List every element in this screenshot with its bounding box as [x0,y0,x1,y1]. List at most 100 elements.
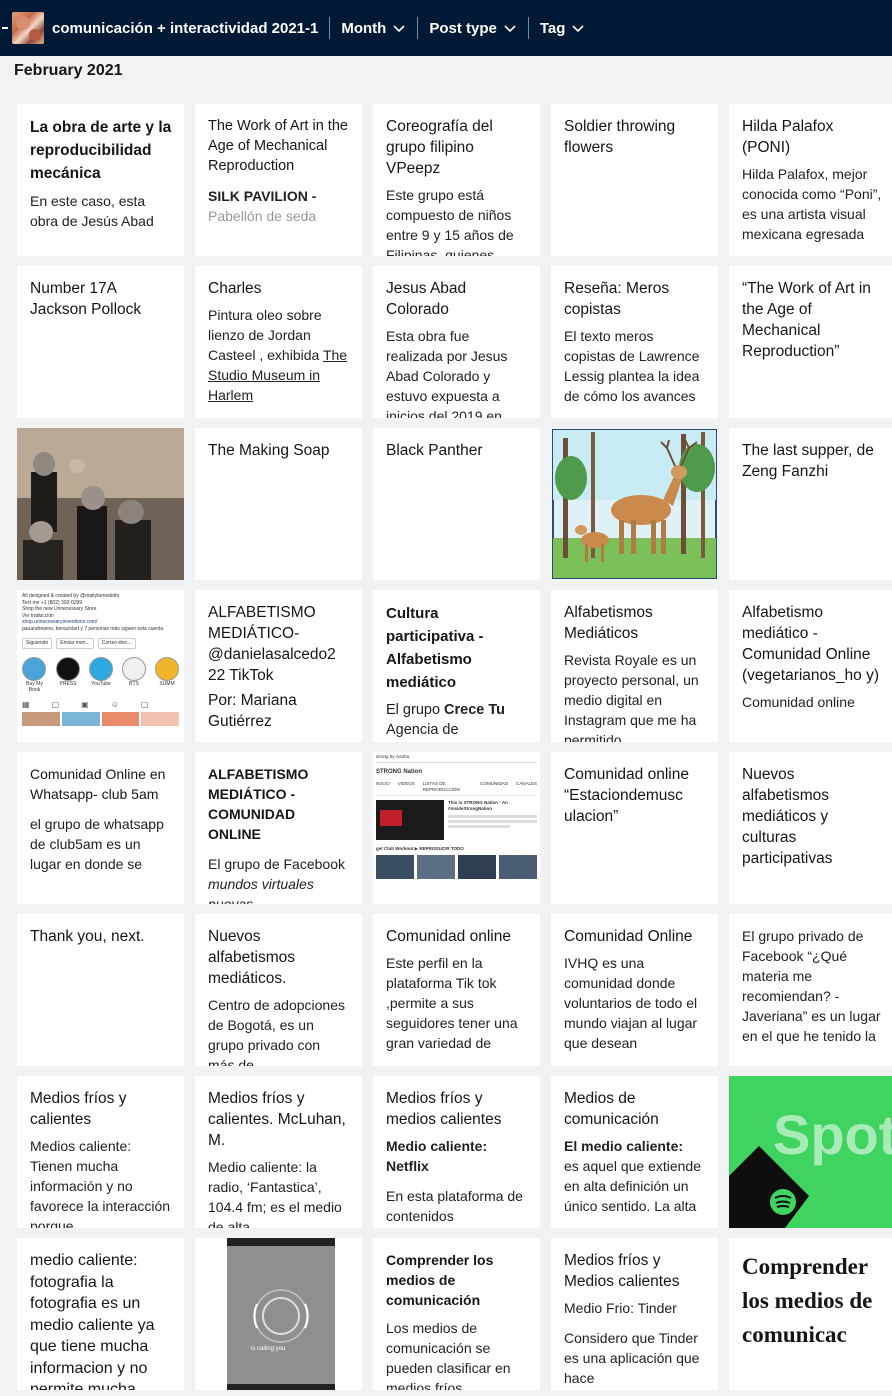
post-card[interactable]: Comunidad online “Estaciondemusc ulacion… [551,752,718,904]
yt-tab: VIDEOS [397,781,415,786]
post-title: ALFABETISMO MEDIÁTICO- @danielasalcedo2 … [208,604,336,684]
post-card[interactable]: Coreografía del grupo filipino VPeepz Es… [373,104,540,256]
post-card[interactable]: Comprender los medios de comunicac [729,1238,892,1390]
post-title: Cultura participativa - Alfabetismo medi… [386,605,484,691]
chevron-down-icon [392,21,406,35]
post-excerpt: El grupo de Facebook mundos virtuales nu… [208,854,350,904]
post-card-screenshot[interactable]: All designed & created by @maitybenedett… [17,590,184,742]
ig-message-button: Enviar men... [56,638,94,649]
tag-filter-dropdown[interactable]: Tag [540,20,586,37]
post-card[interactable]: Reseña: Meros copistas El texto meros co… [551,266,718,418]
post-card[interactable]: Comunidad online Este perfil en la plata… [373,914,540,1066]
ig-highlight-label: SUMM [159,680,175,687]
yt-search-bar: strong by zumba [376,754,537,763]
tagged-icon: ▢ [140,699,149,709]
post-card[interactable]: Medios fríos y Medios calientes Medio Fr… [551,1238,718,1390]
post-title: Medios fríos y Medios calientes [564,1252,680,1290]
top-bar: comunicación + interactividad 2021-1 Mon… [0,0,892,56]
yt-tab: LISTAS DE REPRODUCCIÓN [422,781,460,792]
ig-grid-thumbs [22,712,179,726]
post-card[interactable]: Medios fríos y medios calientes Medio ca… [373,1076,540,1228]
post-card[interactable]: Nuevos alfabetismos mediáticos. Centro d… [195,914,362,1066]
ig-buttons: Siguiendo Enviar men... Correo elec... [22,638,179,649]
post-card[interactable]: Comunidad Online en Whatsapp- club 5am e… [17,752,184,904]
post-excerpt: Esta obra fue realizada por Jesus Abad C… [386,328,508,418]
post-title: The Making Soap [208,442,330,459]
post-excerpt-text: Pintura oleo sobre lienzo de Jordan Cast… [208,307,322,363]
post-card[interactable]: Charles Pintura oleo sobre lienzo de Jor… [195,266,362,418]
post-card[interactable]: The last supper, de Zeng Fanzhi [729,428,892,580]
instagram-screenshot: All designed & created by @maitybenedett… [17,590,184,729]
post-card[interactable]: Jesus Abad Colorado Esta obra fue realiz… [373,266,540,418]
post-card[interactable]: medio caliente: fotografia la fotografia… [17,1238,184,1390]
post-card[interactable]: Medios de comunicación El medio caliente… [551,1076,718,1228]
post-card[interactable]: “The Work of Art in the Age of Mechanica… [729,266,892,418]
post-card[interactable]: ALFABETISMO MEDIÁTICO- @danielasalcedo2 … [195,590,362,742]
post-card-screenshot[interactable]: strong by zumba STRONG Nation INICIO VID… [373,752,540,904]
edge-marker [2,27,8,29]
blog-title[interactable]: comunicación + interactividad 2021-1 [52,20,318,37]
post-card[interactable]: Comprender los medios de comunicación Lo… [373,1238,540,1390]
post-card[interactable]: Medios fríos y calientes. McLuhan, M. Me… [195,1076,362,1228]
ig-tab-icons: ▦ ▢ ▣ ☺ ▢ [22,699,179,709]
post-title: El grupo privado de Facebook “¿Qué mater… [742,928,881,1044]
ig-highlight-label: YouTube [91,680,111,687]
post-excerpt: Hilda Palafox, mejor conocida como “Poni… [742,166,882,242]
ig-highlights: Buy My Book PRESS YouTube BTS SUMM [22,656,179,694]
post-card[interactable]: Cultura participativa - Alfabetismo medi… [373,590,540,742]
post-card[interactable]: Alfabetismo mediático - Comunidad Online… [729,590,892,742]
month-heading: February 2021 [14,62,123,79]
nav-divider [417,17,419,39]
post-excerpt: es aquel que extiende en alta definición… [564,1158,701,1214]
post-title: Thank you, next. [30,928,145,945]
post-card[interactable]: Medios fríos y calientes Medios caliente… [17,1076,184,1228]
post-card-photo[interactable] [551,428,718,580]
post-card[interactable]: The Work of Art in the Age of Mechanical… [195,104,362,256]
post-card[interactable]: Comunidad Online IVHQ es una comunidad d… [551,914,718,1066]
ig-bio-line: pauandreamo, benazolart y 7 personas más… [22,625,164,632]
blog-avatar[interactable] [12,12,44,44]
ig-highlight-label: Buy My Book [26,680,43,694]
post-excerpt: Pintura oleo sobre lienzo de Jordan Cast… [208,305,350,405]
post-card[interactable]: Thank you, next. [17,914,184,1066]
post-card[interactable]: Number 17A Jackson Pollock [17,266,184,418]
yt-tab: COMUNIDAD [480,781,508,786]
post-card[interactable]: La obra de arte y la reproducibilidad me… [17,104,184,256]
video-icon: ▢ [51,699,60,709]
post-title: Comunidad Online en Whatsapp- club 5am [30,766,166,802]
post-excerpt-bold: El medio caliente: [564,1138,684,1154]
post-title: medio caliente: fotografia la fotografia… [30,1252,155,1390]
chevron-down-icon [503,21,517,35]
post-type-filter-dropdown[interactable]: Post type [429,20,517,37]
post-excerpt: Medio Frio: Tinder [564,1300,677,1316]
post-card[interactable]: Soldier throwing flowers [551,104,718,256]
phone-call-image: is calling you [195,1238,362,1390]
post-card[interactable]: El grupo privado de Facebook “¿Qué mater… [729,914,892,1066]
post-excerpt-heading: SILK PAVILION - [208,188,317,204]
post-title: La obra de arte y la reproducibilidad me… [30,119,172,182]
post-title: Medios fríos y calientes. McLuhan, M. [208,1090,346,1149]
post-title: Number 17A Jackson Pollock [30,280,142,318]
month-filter-dropdown[interactable]: Month [341,20,406,37]
post-card[interactable]: Alfabetismos Mediáticos Revista Royale e… [551,590,718,742]
post-excerpt: Este grupo está compuesto de niños entre… [386,187,514,256]
tag-filter-label: Tag [539,19,566,37]
post-card[interactable]: Black Panther [373,428,540,580]
post-card-photo[interactable]: is calling you [195,1238,362,1390]
post-card[interactable]: Hilda Palafox (PONI) Hilda Palafox, mejo… [729,104,892,256]
post-excerpt-text: El grupo de Facebook [208,856,345,872]
sculpture-photo-image [17,428,184,580]
post-card-photo[interactable] [17,428,184,580]
ig-highlight-label: BTS [129,680,139,687]
post-excerpt: En este caso, esta obra de Jesús Abad [30,193,154,229]
post-title: “The Work of Art in the Age of Mechanica… [742,280,871,360]
post-card-photo[interactable]: Spot [729,1076,892,1228]
post-card[interactable]: ALFABETISMO MEDIÁTICO - COMUNIDAD ONLINE… [195,752,362,904]
post-title: The Work of Art in the Age of Mechanical… [208,118,348,174]
post-card[interactable]: The Making Soap [195,428,362,580]
post-title: The last supper, de Zeng Fanzhi [742,442,874,480]
post-excerpt: Por: Mariana Gutiérrez [208,692,297,730]
post-title: Reseña: Meros copistas [564,280,670,318]
post-excerpt-italic: mundos virtuales nuevas [208,876,314,904]
post-card[interactable]: Nuevos alfabetismos mediáticos y cultura… [729,752,892,904]
